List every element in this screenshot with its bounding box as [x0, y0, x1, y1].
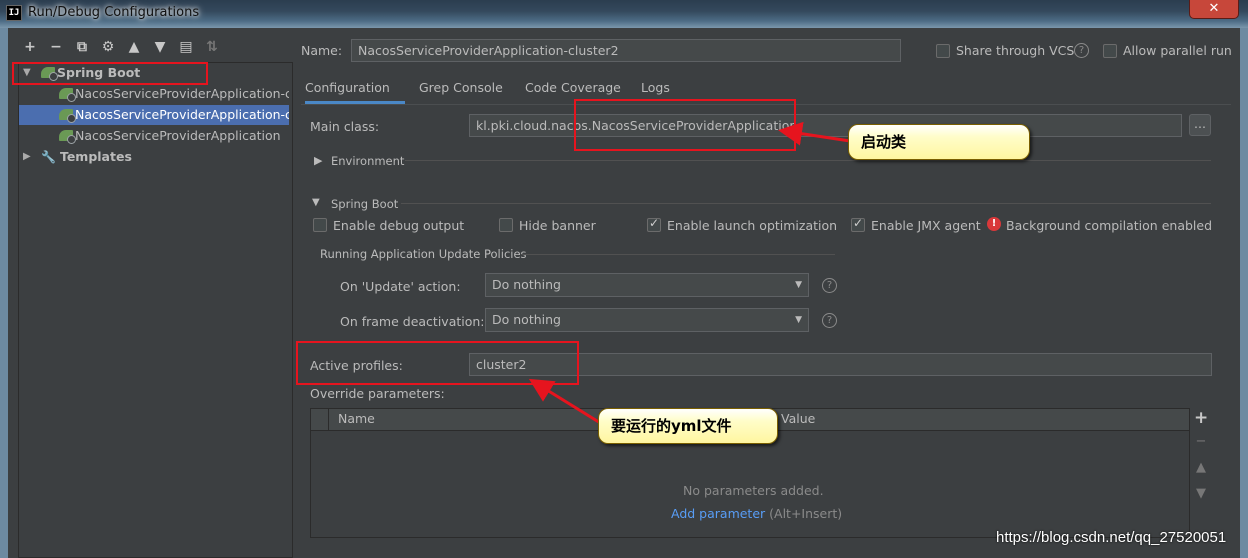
arrow-to-main-class [778, 121, 851, 146]
annotation-arrows [528, 121, 851, 426]
watermark-text: https://blog.csdn.net/qq_27520051 [996, 529, 1227, 546]
callout-main-class: 启动类 [848, 124, 1030, 160]
callout-active-profiles: 要运行的yml文件 [598, 408, 778, 444]
arrow-to-active-profiles [528, 378, 603, 426]
